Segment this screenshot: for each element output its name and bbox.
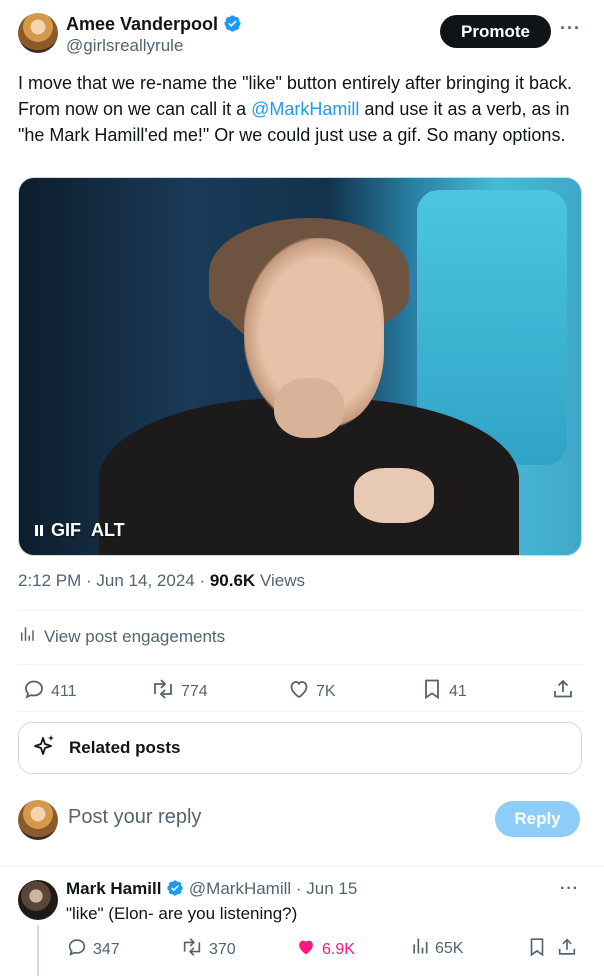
divider <box>18 610 582 611</box>
reply-header: Mark Hamill @MarkHamill · Jun 15 <box>66 879 357 902</box>
reply-reply-action[interactable]: 347 <box>66 936 120 963</box>
related-posts-button[interactable]: Related posts <box>18 722 582 774</box>
repost-icon <box>150 677 176 706</box>
author-handle[interactable]: @girlsreallyrule <box>66 36 183 56</box>
reply-text: "like" (Elon- are you listening?) <box>66 904 298 923</box>
reply-button[interactable]: Reply <box>495 801 580 837</box>
reply-count: 411 <box>51 682 77 700</box>
like-count: 7K <box>316 682 336 700</box>
promote-button[interactable]: Promote <box>440 15 551 48</box>
thread-line <box>37 925 39 976</box>
related-posts-label: Related posts <box>69 738 181 757</box>
pause-icon <box>35 525 43 536</box>
verified-badge-icon <box>166 879 184 902</box>
views-label: Views <box>255 571 305 590</box>
share-icon <box>551 677 575 706</box>
view-engagements-link[interactable]: View post engagements <box>18 625 225 648</box>
alt-text-button[interactable]: ALT <box>91 520 125 541</box>
heart-icon <box>287 677 311 706</box>
gif-badge[interactable]: GIF ALT <box>35 520 125 541</box>
gif-label: GIF <box>51 520 81 540</box>
reply-author-handle[interactable]: @MarkHamill <box>189 879 291 898</box>
sparkle-icon <box>31 733 57 764</box>
post-text: I move that we re-name the "like" button… <box>18 70 588 148</box>
repost-action[interactable]: 774 <box>150 677 208 706</box>
gif-pause-control[interactable]: GIF <box>35 520 81 541</box>
analytics-icon <box>410 936 430 961</box>
reply-share-action[interactable] <box>556 936 578 963</box>
gif-media[interactable]: GIF ALT <box>18 177 582 556</box>
reply-repost-action[interactable]: 370 <box>180 936 236 963</box>
reply-input[interactable]: Post your reply <box>68 806 201 829</box>
meta-separator: · <box>194 571 210 590</box>
reply-author-name[interactable]: Mark Hamill <box>66 879 161 898</box>
reply-action[interactable]: 411 <box>22 677 77 706</box>
reply-bookmark-action[interactable] <box>526 936 548 963</box>
reply-icon <box>22 677 46 706</box>
author-name-row[interactable]: Amee Vanderpool <box>66 14 242 38</box>
author-name[interactable]: Amee Vanderpool <box>66 14 218 34</box>
composer-avatar[interactable] <box>18 800 58 840</box>
post-date[interactable]: Jun 14, 2024 <box>96 571 194 590</box>
meta-separator: · <box>291 879 307 898</box>
bookmark-count: 41 <box>449 682 467 700</box>
reply-date[interactable]: Jun 15 <box>306 879 357 898</box>
reply-author-avatar[interactable] <box>18 880 58 920</box>
divider <box>18 711 582 712</box>
reply-views-action[interactable]: 65K <box>410 936 463 961</box>
repost-icon <box>180 936 204 963</box>
like-action[interactable]: 7K <box>287 677 336 706</box>
gif-figure-hand <box>354 468 434 523</box>
repost-count: 774 <box>181 682 208 700</box>
post-time[interactable]: 2:12 PM <box>18 571 81 590</box>
reply-like-count: 6.9K <box>322 940 355 958</box>
author-avatar[interactable] <box>18 13 58 53</box>
reply-reply-count: 347 <box>93 940 120 958</box>
reply-icon <box>66 936 88 963</box>
views-count: 90.6K <box>209 571 256 590</box>
bookmark-icon <box>526 936 548 963</box>
mention-link[interactable]: @MarkHamill <box>251 99 359 119</box>
reply-like-action[interactable]: 6.9K <box>295 936 355 963</box>
reply-views-count: 65K <box>435 939 464 957</box>
divider <box>18 664 582 665</box>
share-icon <box>556 936 578 963</box>
bookmark-action[interactable]: 41 <box>420 677 467 706</box>
post-meta: 2:12 PM · Jun 14, 2024 · 90.6K Views <box>18 571 305 591</box>
analytics-icon <box>18 625 36 648</box>
meta-separator: · <box>81 571 97 590</box>
heart-filled-icon <box>295 936 317 963</box>
reply-more-options-icon[interactable]: ··· <box>560 880 579 898</box>
bookmark-icon <box>420 677 444 706</box>
share-action[interactable] <box>551 677 575 706</box>
gif-figure-fist <box>274 378 344 438</box>
divider <box>0 866 604 867</box>
reply-repost-count: 370 <box>209 940 236 958</box>
more-options-icon[interactable]: ··· <box>560 18 581 39</box>
view-engagements-label: View post engagements <box>44 626 226 646</box>
verified-badge-icon <box>223 14 242 38</box>
